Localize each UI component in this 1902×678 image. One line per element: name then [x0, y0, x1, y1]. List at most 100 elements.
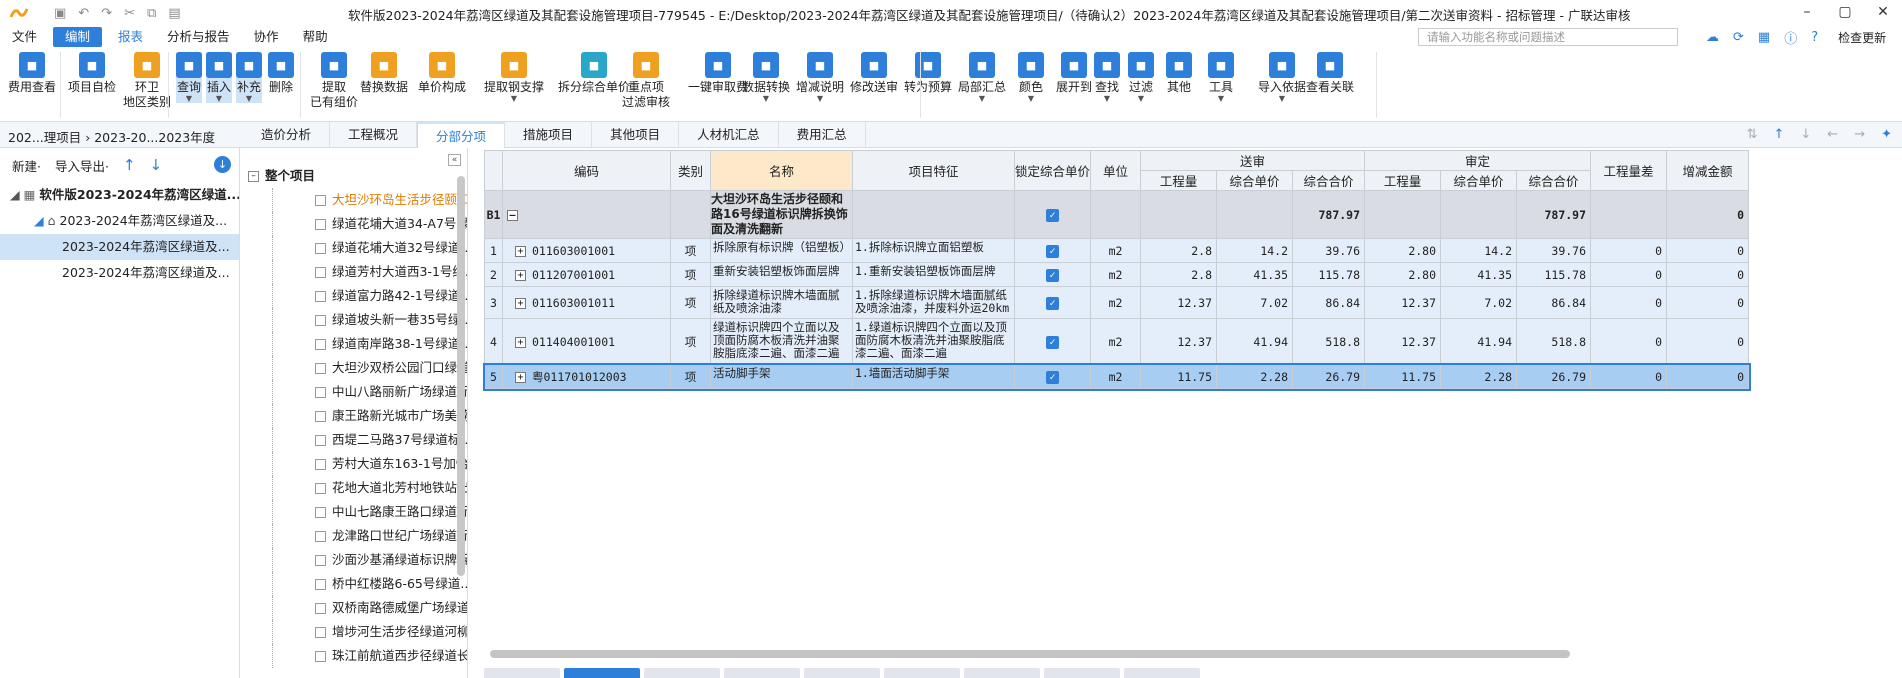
bottom-tab[interactable]: [1124, 668, 1200, 678]
check-icon[interactable]: ✓: [1046, 370, 1059, 384]
header-qty-diff[interactable]: 工程量差: [1590, 150, 1668, 191]
inc-amount[interactable]: 0: [1666, 364, 1750, 389]
item-feature[interactable]: 1.拆除绿道标识牌木墙面腻纸及喷涂油漆，并废料外运20km: [852, 286, 1015, 319]
lock-checkbox[interactable]: ✓: [1013, 262, 1092, 287]
tree-item-unit[interactable]: 2023-2024年荔湾区绿道及...: [0, 260, 239, 286]
collapse-circle-icon[interactable]: ↓: [214, 156, 231, 173]
minimize-button[interactable]: –: [1788, 0, 1826, 24]
expand-to-button[interactable]: ■ 展开到: [1056, 52, 1092, 95]
section-item[interactable]: 桥中红楼路6-65号绿道...: [272, 572, 467, 596]
check-icon[interactable]: ✓: [1046, 335, 1059, 349]
bottom-tab[interactable]: [1044, 668, 1120, 678]
submit-total[interactable]: 26.79: [1292, 364, 1366, 389]
row-toggle[interactable]: –: [502, 190, 671, 239]
header-approve-uprice[interactable]: 综合单价: [1440, 170, 1518, 191]
expand-icon[interactable]: ◢: [34, 213, 44, 228]
save-icon[interactable]: ▣: [54, 6, 66, 21]
color-button[interactable]: ■ 颜色 ▼: [1018, 52, 1044, 103]
section-item[interactable]: 增埗河生活步径绿道河柳...: [272, 620, 467, 644]
check-icon[interactable]: ✓: [1046, 296, 1059, 310]
section-item[interactable]: 沙面沙基涌绿道标识牌拆...: [272, 548, 467, 572]
cut-icon[interactable]: ✂: [124, 6, 135, 21]
menu-analysis[interactable]: 分析与报告: [155, 27, 242, 47]
move-up-icon[interactable]: ↑: [1773, 127, 1784, 142]
header-inc-amount[interactable]: 增减金额: [1666, 150, 1750, 191]
item-type[interactable]: 项: [670, 364, 711, 389]
approve-total[interactable]: 115.78: [1516, 262, 1592, 287]
expand-icon[interactable]: ◢: [10, 187, 20, 202]
self-check-button[interactable]: ■ 项目自检: [68, 52, 116, 95]
refresh-icon[interactable]: ⟳: [1733, 30, 1744, 45]
lock-checkbox[interactable]: ✓: [1013, 364, 1092, 389]
check-icon[interactable]: ✓: [1046, 244, 1059, 258]
tree-item-root[interactable]: ◢ ▦ 软件版2023-2024年荔湾区绿道...: [0, 182, 239, 208]
item-unit[interactable]: m2: [1090, 364, 1142, 389]
inc-amount[interactable]: 0: [1666, 238, 1750, 263]
maximize-button[interactable]: ▢: [1826, 0, 1864, 24]
item-type[interactable]: 项: [670, 318, 711, 365]
tab-4[interactable]: 其他项目: [592, 122, 680, 148]
approve-qty[interactable]: 2.80: [1364, 238, 1442, 263]
approve-total[interactable]: 39.76: [1516, 238, 1592, 263]
approve-qty[interactable]: 12.37: [1364, 318, 1442, 365]
section-item[interactable]: 绿道芳村大道西3-1号绿...: [272, 260, 467, 284]
tree-item-section[interactable]: ◢ ⌂ 2023-2024年荔湾区绿道及...: [0, 208, 239, 234]
delete-button[interactable]: ■ 删除: [268, 52, 294, 95]
to-budget-button[interactable]: ■ 转为预算: [904, 52, 952, 95]
section-item[interactable]: 绿道富力路42-1号绿道...: [272, 284, 467, 308]
lock-checkbox[interactable]: ✓: [1013, 286, 1092, 319]
arrow-up-icon[interactable]: ↑: [123, 156, 136, 174]
bulb-icon[interactable]: ✦: [1881, 127, 1892, 142]
expand-row-icon[interactable]: +: [515, 336, 526, 348]
submit-uprice[interactable]: 2.28: [1216, 364, 1294, 389]
item-code[interactable]: +011404001001: [502, 318, 671, 365]
lock-checkbox[interactable]: ✓: [1013, 318, 1092, 365]
submit-qty[interactable]: 12.37: [1140, 318, 1218, 365]
header-approve-qty[interactable]: 工程量: [1364, 170, 1442, 191]
table-row[interactable]: 5 + 粤011701012003 项活动脚手架 1.墙面活动脚手架 ✓ m2 11.75 2.…: [482, 362, 1751, 391]
fee-view-button[interactable]: ■ 费用查看: [8, 52, 56, 95]
extract-button[interactable]: ■ 提取 已有组价: [310, 52, 358, 110]
expand-row-icon[interactable]: +: [515, 297, 526, 309]
section-item[interactable]: 花地大道北芳村地铁站出...: [272, 476, 467, 500]
lock-checkbox[interactable]: ✓: [1013, 238, 1092, 263]
split-price-button[interactable]: ■ 拆分综合单价: [558, 52, 630, 95]
qty-diff[interactable]: 0: [1590, 238, 1668, 263]
submit-total[interactable]: 39.76: [1292, 238, 1366, 263]
qty-diff[interactable]: 0: [1590, 262, 1668, 287]
submit-qty[interactable]: 11.75: [1140, 364, 1218, 389]
submit-qty[interactable]: 2.8: [1140, 238, 1218, 263]
cloud-icon[interactable]: ☁: [1706, 30, 1719, 45]
menu-report[interactable]: 报表: [106, 27, 155, 47]
move-down-icon[interactable]: ↓: [1800, 127, 1811, 142]
supplement-button[interactable]: ■ 补充 ▼: [236, 52, 262, 103]
tab-1[interactable]: 工程概况: [330, 122, 418, 148]
table-row[interactable]: 3 +011603001011 项拆除绿道标识牌木墙面腻纸及喷涂油漆 1.拆除绿道标识…: [484, 286, 1750, 319]
tab-2[interactable]: 分部分项: [417, 122, 506, 148]
info-icon[interactable]: ⓘ: [1784, 28, 1797, 47]
item-type[interactable]: 项: [670, 286, 711, 319]
replace-button[interactable]: ■ 替换数据: [360, 52, 408, 95]
section-item[interactable]: 中山七路康王路口绿道标...: [272, 500, 467, 524]
check-icon[interactable]: ✓: [1046, 268, 1059, 282]
item-type[interactable]: 项: [670, 238, 711, 263]
item-name[interactable]: 重新安装铝塑板饰面层牌: [710, 262, 853, 287]
row-index[interactable]: 1: [484, 238, 503, 263]
item-feature[interactable]: 1.绿道标识牌四个立面以及顶面防腐木板清洗并油聚胺脂底漆二遍、面漆二遍: [852, 318, 1015, 365]
submit-uprice[interactable]: 7.02: [1216, 286, 1294, 319]
approve-total[interactable]: 26.79: [1516, 364, 1592, 389]
expand-row-icon[interactable]: +: [515, 269, 526, 281]
section-item[interactable]: 中山八路丽新广场绿道标...: [272, 380, 467, 404]
menu-edit[interactable]: 编制: [53, 27, 103, 47]
menu-collab[interactable]: 协作: [242, 27, 291, 47]
sanitation-button[interactable]: ■ 环卫 地区类别: [123, 52, 171, 110]
approve-total[interactable]: 787.97: [1516, 190, 1592, 239]
header-submit-total[interactable]: 综合合价: [1292, 170, 1366, 191]
approve-qty[interactable]: 12.37: [1364, 286, 1442, 319]
bottom-tab[interactable]: [964, 668, 1040, 678]
partial-sum-button[interactable]: ■ 局部汇总 ▼: [958, 52, 1006, 103]
section-item[interactable]: 龙津路口世纪广场绿道标...: [272, 524, 467, 548]
approve-qty[interactable]: 11.75: [1364, 364, 1442, 389]
submit-uprice[interactable]: 41.94: [1216, 318, 1294, 365]
qty-diff[interactable]: 0: [1590, 318, 1668, 365]
